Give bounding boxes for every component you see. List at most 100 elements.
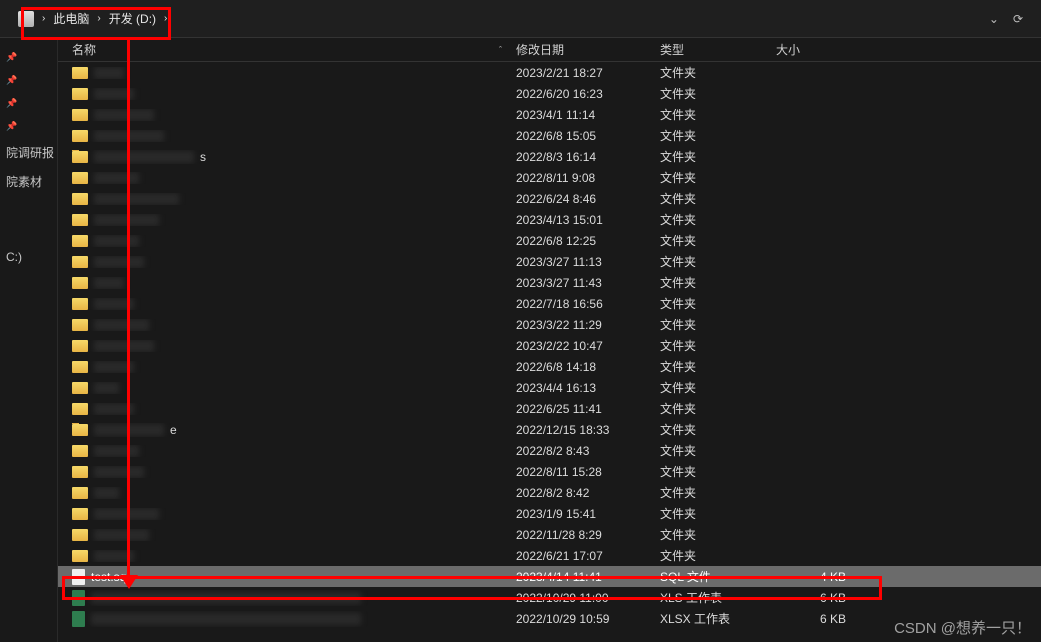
sidebar-item[interactable]: 📌 [0, 92, 57, 115]
cell-date: 2023/4/4 16:13 [516, 381, 660, 395]
pin-icon: 📌 [6, 75, 16, 86]
redacted-name [94, 277, 124, 289]
cell-date: 2022/6/8 14:18 [516, 360, 660, 374]
table-row[interactable]: test.sql2023/4/14 11:41SQL 文件4 KB [58, 566, 1041, 587]
breadcrumb-drive[interactable]: 开发 (D:) [109, 10, 156, 27]
cell-date: 2023/4/14 11:41 [516, 570, 660, 584]
cell-type: 文件夹 [660, 85, 776, 102]
table-row[interactable]: 2022/10/29 11:00XLS 工作表6 KB [58, 587, 1041, 608]
sidebar-item[interactable]: 院调研报 [0, 138, 57, 167]
redacted-name [94, 193, 179, 205]
column-date[interactable]: 修改日期 [516, 41, 660, 58]
cell-date: 2022/8/11 9:08 [516, 171, 660, 185]
folder-icon [72, 382, 88, 394]
redacted-name [94, 487, 119, 499]
cell-name [58, 611, 516, 627]
table-row[interactable]: 2023/2/22 10:47文件夹 [58, 335, 1041, 356]
table-row[interactable]: 2023/3/27 11:13文件夹 [58, 251, 1041, 272]
cell-type: 文件夹 [660, 337, 776, 354]
cell-name [58, 590, 516, 606]
cell-date: 2022/6/25 11:41 [516, 402, 660, 416]
folder-icon [72, 550, 88, 562]
folder-icon [72, 151, 88, 163]
table-row[interactable]: 2022/7/18 16:56文件夹 [58, 293, 1041, 314]
sidebar-item[interactable] [0, 232, 57, 244]
table-row[interactable]: 2022/8/11 9:08文件夹 [58, 167, 1041, 188]
name-suffix: e [170, 423, 177, 437]
table-row[interactable]: 2022/8/11 15:28文件夹 [58, 461, 1041, 482]
redacted-name [94, 445, 139, 457]
cell-type: XLS 工作表 [660, 589, 776, 606]
table-row[interactable]: 2022/6/24 8:46文件夹 [58, 188, 1041, 209]
pin-icon: 📌 [6, 121, 16, 132]
column-type[interactable]: 类型 [660, 41, 776, 58]
cell-type: 文件夹 [660, 400, 776, 417]
cell-type: 文件夹 [660, 169, 776, 186]
sidebar-item[interactable]: 📌 [0, 46, 57, 69]
sidebar-item[interactable]: 📌 [0, 69, 57, 92]
cell-date: 2023/2/22 10:47 [516, 339, 660, 353]
table-row[interactable]: s2022/8/3 16:14文件夹 [58, 146, 1041, 167]
sidebar-item[interactable]: 📌 [0, 115, 57, 138]
table-row[interactable]: 2022/8/2 8:42文件夹 [58, 482, 1041, 503]
column-size[interactable]: 大小 [776, 41, 876, 58]
table-row[interactable]: 2022/11/28 8:29文件夹 [58, 524, 1041, 545]
table-row[interactable]: 2023/4/1 11:14文件夹 [58, 104, 1041, 125]
redacted-name [94, 172, 139, 184]
sidebar-item[interactable] [0, 208, 57, 220]
sidebar: 📌 📌 📌 📌 院调研报院素材 C:) [0, 38, 58, 642]
cell-date: 2022/6/8 12:25 [516, 234, 660, 248]
pin-icon: 📌 [6, 52, 16, 63]
cell-type: 文件夹 [660, 211, 776, 228]
cell-date: 2023/3/27 11:13 [516, 255, 660, 269]
sort-arrow-icon: ˆ [499, 45, 502, 55]
cell-type: 文件夹 [660, 190, 776, 207]
table-row[interactable]: 2023/3/27 11:43文件夹 [58, 272, 1041, 293]
table-row[interactable]: 2022/6/25 11:41文件夹 [58, 398, 1041, 419]
redacted-name [91, 613, 361, 625]
cell-type: 文件夹 [660, 505, 776, 522]
table-row[interactable]: 2022/6/8 14:18文件夹 [58, 356, 1041, 377]
chevron-icon: › [42, 13, 45, 24]
table-row[interactable]: 2023/4/4 16:13文件夹 [58, 377, 1041, 398]
sidebar-item[interactable]: 院素材 [0, 167, 57, 196]
cell-size: 4 KB [776, 570, 876, 584]
table-row[interactable]: 2023/3/22 11:29文件夹 [58, 314, 1041, 335]
sidebar-item-label: C:) [6, 250, 22, 264]
breadcrumb-pc[interactable]: 此电脑 [53, 10, 89, 27]
folder-icon [72, 529, 88, 541]
cell-type: 文件夹 [660, 106, 776, 123]
pin-icon: 📌 [6, 98, 16, 109]
table-row[interactable]: 2022/6/8 12:25文件夹 [58, 230, 1041, 251]
table-row[interactable]: 2022/6/8 15:05文件夹 [58, 125, 1041, 146]
cell-date: 2022/6/8 15:05 [516, 129, 660, 143]
cell-date: 2022/8/3 16:14 [516, 150, 660, 164]
redacted-name [94, 256, 144, 268]
sidebar-item[interactable] [0, 220, 57, 232]
file-icon [72, 569, 85, 585]
table-row[interactable]: 2023/4/13 15:01文件夹 [58, 209, 1041, 230]
cell-type: SQL 文件 [660, 568, 776, 585]
sidebar-item-label: 院素材 [6, 173, 42, 190]
table-row[interactable]: 2022/8/2 8:43文件夹 [58, 440, 1041, 461]
table-row[interactable]: 2022/6/20 16:23文件夹 [58, 83, 1041, 104]
cell-type: 文件夹 [660, 295, 776, 312]
table-row[interactable]: 2022/6/21 17:07文件夹 [58, 545, 1041, 566]
table-row[interactable]: 2023/1/9 15:41文件夹 [58, 503, 1041, 524]
redacted-name [94, 67, 124, 79]
table-row[interactable]: 2023/2/21 18:27文件夹 [58, 62, 1041, 83]
cell-date: 2022/6/21 17:07 [516, 549, 660, 563]
cell-date: 2022/8/2 8:42 [516, 486, 660, 500]
column-name-label: 名称 [72, 41, 96, 58]
refresh-icon[interactable]: ⟳ [1013, 12, 1023, 26]
sidebar-item[interactable] [0, 196, 57, 208]
dropdown-icon[interactable]: ⌄ [989, 12, 999, 26]
sidebar-item[interactable]: C:) [0, 244, 57, 270]
folder-icon [72, 508, 88, 520]
cell-type: 文件夹 [660, 526, 776, 543]
sidebar-item[interactable] [0, 270, 57, 282]
breadcrumb[interactable]: › 此电脑 › 开发 (D:) › [8, 10, 979, 27]
folder-icon [72, 88, 88, 100]
table-row[interactable]: e2022/12/15 18:33文件夹 [58, 419, 1041, 440]
xls-icon [72, 590, 85, 606]
